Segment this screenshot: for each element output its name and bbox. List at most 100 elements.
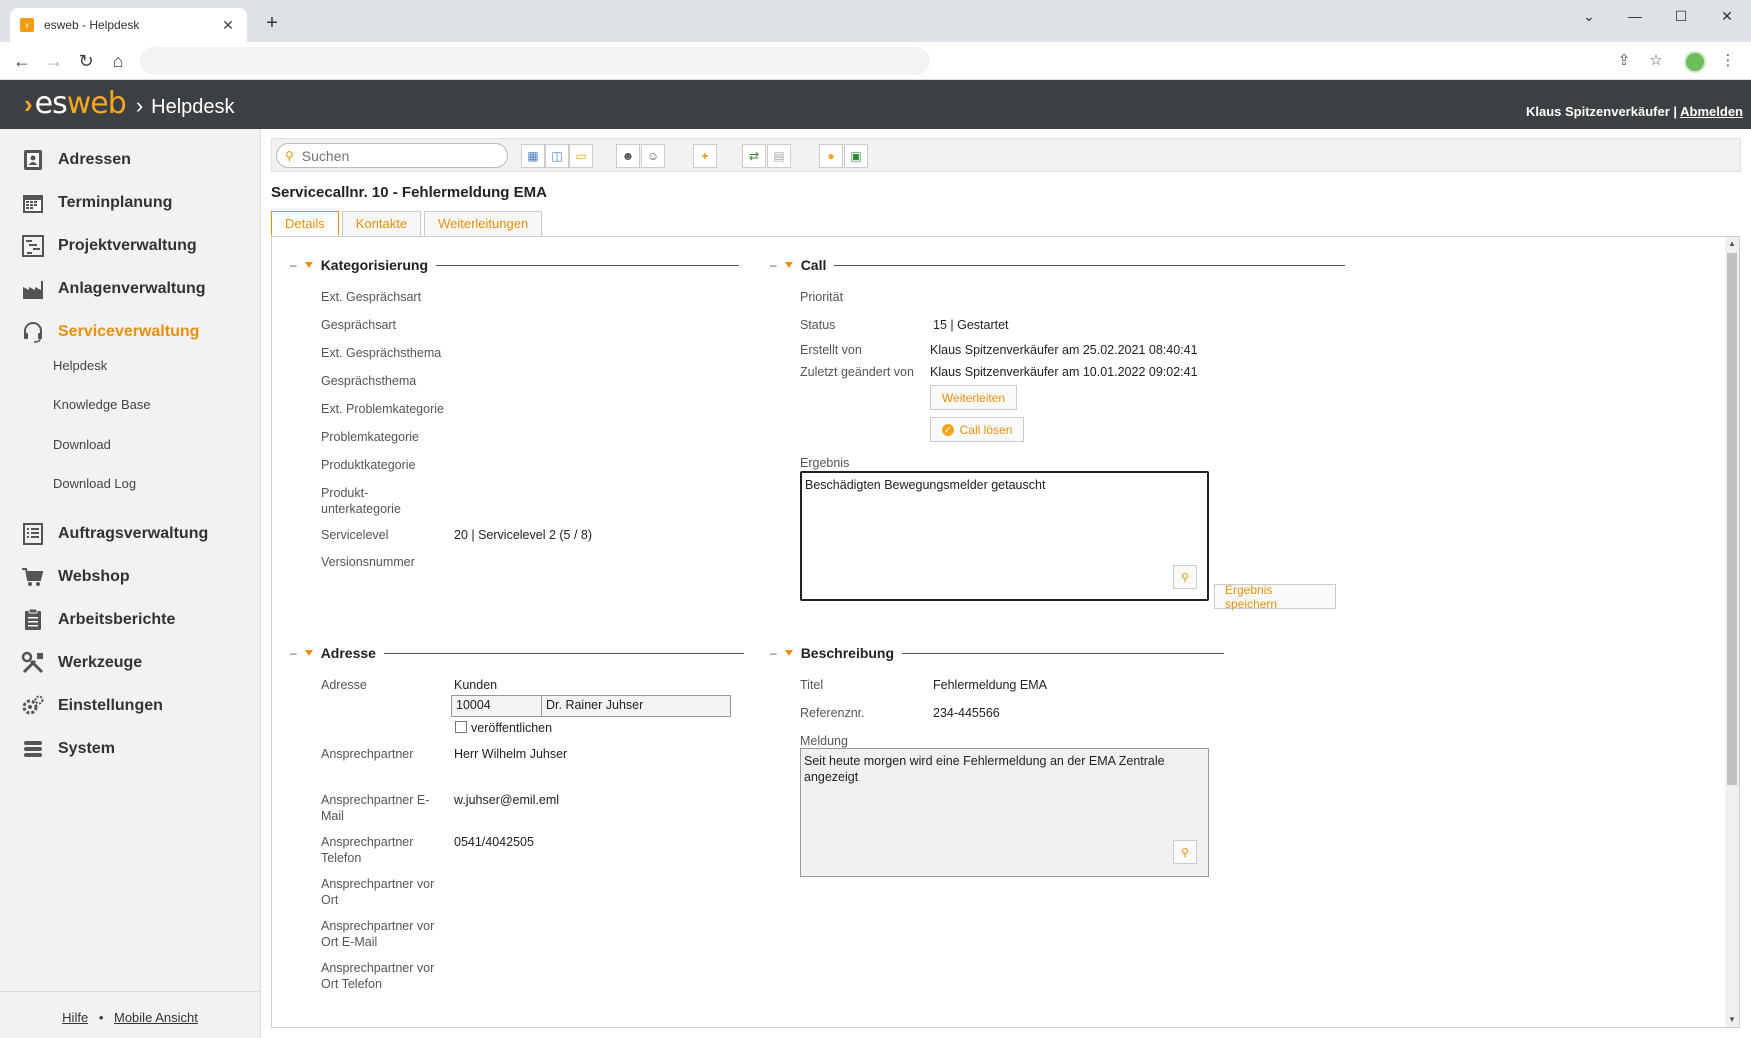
sidebar-subitem-download-log[interactable]: Download Log	[53, 476, 136, 491]
section-title: Adresse	[320, 645, 376, 661]
zuletzt-geaendert-value: Klaus Spitzenverkäufer am 10.01.2022 09:…	[930, 365, 1198, 379]
folder-icon[interactable]: ▭	[569, 144, 593, 168]
collapse-dash-icon: –	[770, 646, 777, 660]
sidebar-subitem-helpdesk[interactable]: Helpdesk	[53, 358, 107, 373]
meldung-textarea[interactable]: Seit heute morgen wird eine Fehlermeldun…	[800, 748, 1209, 877]
sidebar-item-terminplanung[interactable]: Terminplanung	[20, 188, 172, 218]
logout-link[interactable]: Abmelden	[1680, 104, 1743, 119]
section-divider	[902, 652, 1225, 654]
minimize-window-button[interactable]: —	[1612, 6, 1658, 26]
esweb-logo[interactable]: › esweb › Helpdesk	[24, 86, 235, 121]
search-box[interactable]: ⚲	[276, 143, 508, 168]
sidebar-item-anlagenverwaltung[interactable]: Anlagenverwaltung	[20, 274, 206, 304]
user-name: Klaus Spitzenverkäufer	[1525, 104, 1670, 119]
ergebnis-speichern-button[interactable]: Ergebnis speichern	[1214, 583, 1336, 611]
contact-icon[interactable]: ☻	[616, 144, 640, 168]
section-adresse[interactable]: – Adresse	[290, 645, 744, 661]
section-divider	[383, 652, 744, 654]
tab-details[interactable]: Details	[271, 211, 339, 236]
tab-weiterleitungen[interactable]: Weiterleitungen	[424, 211, 543, 236]
sidebar-item-auftragsverwaltung[interactable]: Auftragsverwaltung	[20, 519, 208, 549]
weiterleiten-button[interactable]: Weiterleiten	[930, 385, 1017, 410]
scroll-down-icon[interactable]: ▼	[1725, 1013, 1739, 1027]
sidebar-subitem-download[interactable]: Download	[53, 437, 111, 452]
tab-search-icon[interactable]: ⌄	[1566, 6, 1612, 26]
search-icon: ⚲	[285, 148, 294, 163]
search-input[interactable]	[301, 147, 492, 164]
adresse-name-field[interactable]: Dr. Rainer Juhser	[541, 695, 731, 717]
call-loesen-label: Call lösen	[959, 422, 1013, 437]
tab-kontakte[interactable]: Kontakte	[341, 211, 422, 236]
solve-call-icon[interactable]: ●	[819, 144, 843, 168]
content-scrollbar[interactable]: ▲ ▼	[1725, 237, 1739, 1027]
reload-icon[interactable]: ↻	[74, 50, 98, 72]
section-kategorisierung[interactable]: – Kategorisierung	[290, 257, 740, 273]
sidebar-item-serviceverwaltung[interactable]: Serviceverwaltung	[20, 317, 199, 347]
user-separator: |	[1669, 104, 1681, 119]
add-icon[interactable]: +	[693, 144, 717, 168]
veroeffentlichen-label: veröffentlichen	[471, 721, 553, 735]
collapse-triangle-icon	[304, 262, 313, 268]
veroeffentlichen-checkbox[interactable]	[455, 721, 467, 733]
sidebar-item-projektverwaltung[interactable]: Projektverwaltung	[20, 231, 197, 261]
help-link[interactable]: Hilfe	[62, 1010, 88, 1025]
sidebar-item-system[interactable]: System	[20, 734, 115, 764]
meldung-expand-icon[interactable]: ⚲	[1173, 840, 1197, 864]
forward-arrow-icon[interactable]: →	[42, 50, 66, 72]
titel-value: Fehlermeldung EMA	[933, 678, 1047, 692]
back-arrow-icon[interactable]: ←	[10, 50, 34, 72]
ergebnis-textarea[interactable]: Beschädigten Bewegungsmelder getauscht	[800, 471, 1209, 601]
call-loesen-button[interactable]: ✓ Call lösen	[930, 417, 1024, 442]
home-icon[interactable]: ⌂	[106, 50, 130, 72]
esweb-favicon-icon: ›	[20, 18, 34, 32]
forward-edit-icon[interactable]: ⇄	[742, 144, 766, 168]
sidebar-subitem-knowledge-base[interactable]: Knowledge Base	[53, 397, 151, 412]
list-view-icon[interactable]: ▦	[521, 144, 545, 168]
sidebar-item-label: Werkzeuge	[58, 654, 143, 671]
profile-avatar[interactable]	[1684, 51, 1706, 73]
new-tab-button[interactable]: +	[262, 13, 282, 33]
gantt-icon	[20, 233, 46, 259]
report-icon[interactable]: ▤	[767, 144, 791, 168]
share-icon[interactable]: ⇪	[1614, 51, 1634, 71]
contact-edit-icon[interactable]: ☺	[641, 144, 665, 168]
collapse-dash-icon: –	[290, 646, 297, 660]
bookmark-star-icon[interactable]: ☆	[1646, 51, 1666, 71]
browser-tab[interactable]: › esweb - Helpdesk ✕	[10, 8, 247, 42]
sidebar-item-label: Auftragsverwaltung	[58, 525, 209, 542]
scroll-up-icon[interactable]: ▲	[1725, 237, 1739, 251]
scroll-thumb[interactable]	[1727, 253, 1737, 785]
meldung-label: Meldung	[800, 734, 848, 748]
maximize-window-button[interactable]: ☐	[1658, 6, 1704, 26]
section-beschreibung[interactable]: – Beschreibung	[770, 645, 1225, 661]
address-bar[interactable]	[140, 47, 930, 75]
sidebar-item-einstellungen[interactable]: Einstellungen	[20, 691, 163, 721]
app-name: Helpdesk	[151, 96, 235, 118]
titel-label: Titel	[800, 678, 824, 692]
cart-icon	[20, 564, 46, 590]
calendar-icon	[20, 190, 46, 216]
ergebnis-expand-icon[interactable]: ⚲	[1173, 565, 1197, 589]
servicelevel-label: Servicelevel	[321, 528, 389, 542]
referenznr-value: 234-445566	[933, 706, 1000, 720]
section-title: Kategorisierung	[320, 257, 429, 273]
sidebar-item-adressen[interactable]: Adressen	[20, 145, 131, 175]
sidebar-item-arbeitsberichte[interactable]: Arbeitsberichte	[20, 605, 175, 635]
sidebar-item-webshop[interactable]: Webshop	[20, 562, 130, 592]
browser-menu-icon[interactable]: ⋮	[1718, 51, 1738, 71]
excel-export-icon[interactable]: ▣	[844, 144, 868, 168]
collapse-triangle-icon	[784, 262, 793, 268]
sidebar-item-werkzeuge[interactable]: Werkzeuge	[20, 648, 142, 678]
check-circle-icon: ✓	[941, 423, 954, 436]
section-call[interactable]: – Call	[770, 257, 1346, 273]
mobile-view-link[interactable]: Mobile Ansicht	[114, 1010, 198, 1025]
adresse-nr-field[interactable]: 10004	[451, 695, 542, 717]
tools-icon	[20, 650, 46, 676]
referenznr-label: Referenznr.	[800, 706, 865, 720]
factory-icon	[20, 276, 46, 302]
ansprechpartner-value: Herr Wilhelm Juhser	[454, 747, 568, 761]
ansprechpartner-email-value: w.juhser@emil.eml	[454, 793, 560, 807]
close-window-button[interactable]: ✕	[1704, 6, 1750, 26]
detail-view-icon[interactable]: ◫	[545, 144, 569, 168]
close-tab-icon[interactable]: ✕	[219, 17, 237, 34]
